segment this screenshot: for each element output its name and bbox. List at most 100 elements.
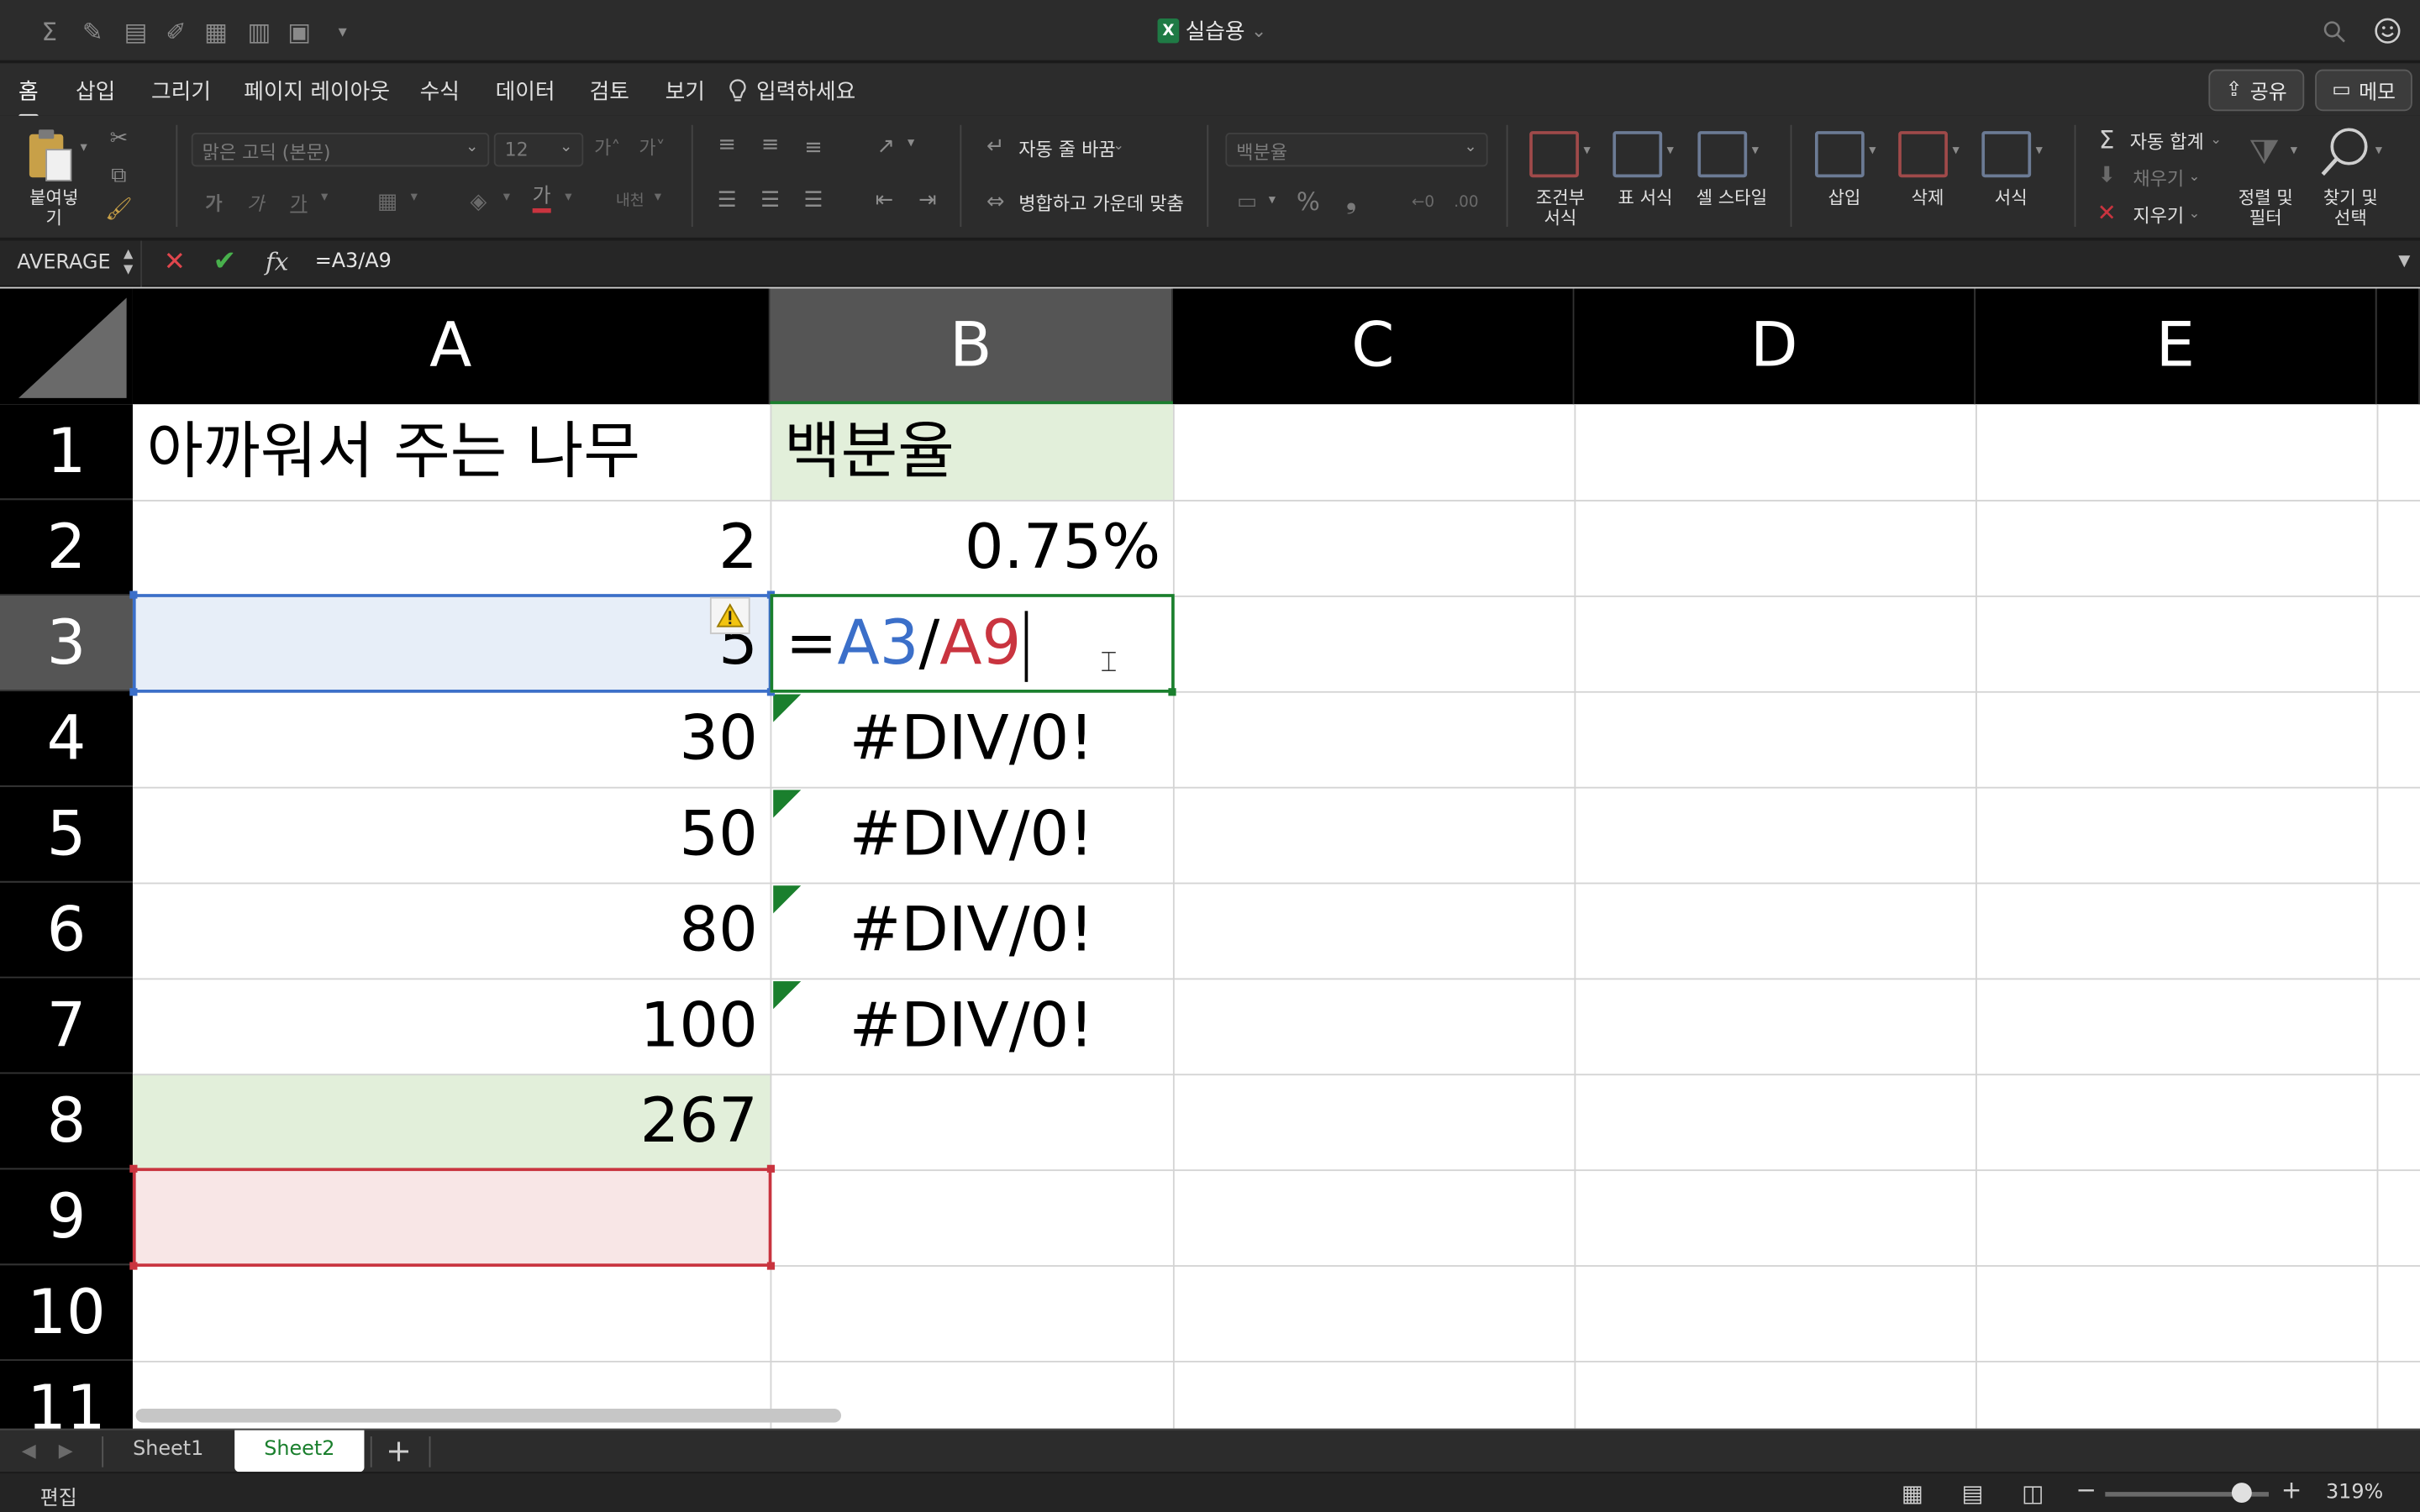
zoom-out-button[interactable]: − bbox=[2075, 1475, 2096, 1504]
name-box[interactable]: AVERAGE bbox=[0, 240, 142, 287]
search-icon[interactable] bbox=[2318, 15, 2349, 46]
fill-down-icon[interactable]: ⬇ bbox=[2094, 162, 2118, 190]
draw-quick-icon[interactable]: ✐ bbox=[160, 15, 192, 46]
row-header-4[interactable]: 4 bbox=[0, 690, 133, 787]
font-color-dropdown-icon[interactable]: ▾ bbox=[565, 190, 571, 205]
accounting-format-icon[interactable]: ▭ bbox=[1232, 186, 1263, 218]
row-header-2[interactable]: 2 bbox=[0, 500, 133, 596]
align-center-icon[interactable]: ☰ bbox=[756, 186, 784, 214]
autosum-dropdown-icon[interactable]: ⌄ bbox=[2210, 133, 2222, 148]
format-dropdown-icon[interactable]: ▾ bbox=[2036, 144, 2043, 159]
normal-view-icon[interactable]: ▦ bbox=[1902, 1479, 1923, 1507]
border-icon[interactable]: ▦ bbox=[373, 188, 401, 216]
screen-quick-icon[interactable]: ▣ bbox=[284, 15, 315, 46]
zoom-in-button[interactable]: + bbox=[2281, 1475, 2302, 1504]
error-indicator-b7[interactable] bbox=[773, 981, 802, 1010]
worksheet-grid[interactable]: A B C D E 1 2 3 4 5 6 7 8 9 10 11 아까워서 주… bbox=[0, 288, 2420, 1429]
format-painter-quick-icon[interactable]: ✎ bbox=[77, 15, 108, 46]
customize-quick-icon[interactable]: ▾ bbox=[327, 15, 358, 46]
cancel-formula-icon[interactable]: ✕ bbox=[164, 247, 186, 278]
clear-dropdown-icon[interactable]: ⌄ bbox=[2188, 207, 2200, 222]
underline-button[interactable]: 가 bbox=[290, 190, 307, 216]
reference-handle[interactable] bbox=[766, 1262, 776, 1270]
wrap-text-icon[interactable]: ↵ bbox=[981, 133, 1009, 160]
paste-dropdown-icon[interactable]: ▾ bbox=[81, 140, 87, 155]
cell-style-dropdown-icon[interactable]: ▾ bbox=[1752, 144, 1759, 159]
reference-handle[interactable] bbox=[766, 1164, 776, 1173]
fill-dropdown-icon[interactable]: ⌄ bbox=[2188, 170, 2200, 185]
font-color-button[interactable]: 가 bbox=[532, 186, 551, 213]
reference-handle[interactable] bbox=[129, 1262, 138, 1270]
memo-button[interactable]: ▭ 메모 bbox=[2315, 69, 2413, 112]
reference-handle[interactable] bbox=[129, 688, 138, 696]
align-bottom-icon[interactable]: ≡ bbox=[799, 134, 827, 162]
row-header-8[interactable]: 8 bbox=[0, 1074, 133, 1170]
cell-a7[interactable]: 100 bbox=[133, 978, 771, 1074]
orientation-dropdown-icon[interactable]: ▾ bbox=[908, 136, 914, 151]
horizontal-scrollbar[interactable] bbox=[135, 1408, 842, 1423]
row-header-3[interactable]: 3 bbox=[0, 595, 133, 691]
cell-b4[interactable]: #DIV/0! bbox=[771, 691, 1173, 787]
clear-icon[interactable]: ✕ bbox=[2094, 199, 2118, 227]
comma-style-button[interactable]: ❟ bbox=[1346, 184, 1357, 217]
delete-dropdown-icon[interactable]: ▾ bbox=[1952, 144, 1959, 159]
font-size-select[interactable]: 12 ⌄ bbox=[493, 132, 584, 167]
fill-dropdown-icon[interactable]: ▾ bbox=[503, 190, 510, 205]
smiley-feedback-icon[interactable] bbox=[2372, 15, 2403, 46]
scroll-right-icon[interactable]: ▶ bbox=[59, 1440, 73, 1462]
cell-a1[interactable]: 아까워서 주는 나무 bbox=[133, 404, 771, 500]
delete-cells-icon[interactable] bbox=[1898, 131, 1948, 178]
name-box-stepper-icon[interactable]: ▲ ▼ bbox=[124, 247, 133, 278]
align-top-icon[interactable]: ≡ bbox=[713, 131, 741, 159]
paste-button[interactable] bbox=[24, 128, 74, 181]
accounting-dropdown-icon[interactable]: ▾ bbox=[1269, 193, 1276, 208]
select-all-corner[interactable] bbox=[0, 288, 133, 405]
align-right-icon[interactable]: ☰ bbox=[799, 186, 827, 214]
error-indicator-b4[interactable] bbox=[773, 694, 802, 722]
format-painter-icon[interactable]: 🖌 bbox=[105, 196, 133, 223]
sheet-tab-sheet1[interactable]: Sheet1 bbox=[108, 1431, 229, 1473]
warning-icon[interactable] bbox=[709, 596, 750, 634]
page-layout-view-icon[interactable]: ▤ bbox=[1961, 1479, 1983, 1507]
row-header-5[interactable]: 5 bbox=[0, 786, 133, 883]
column-header-e[interactable]: E bbox=[1975, 288, 2377, 405]
insert-cells-icon[interactable] bbox=[1815, 131, 1865, 178]
fill-handle[interactable] bbox=[1168, 688, 1176, 696]
fill-label[interactable]: 채우기 bbox=[2133, 165, 2184, 192]
scroll-left-icon[interactable]: ◀ bbox=[22, 1440, 36, 1462]
conditional-format-icon[interactable] bbox=[1529, 131, 1579, 178]
cell-style-icon[interactable] bbox=[1697, 131, 1748, 178]
tab-draw[interactable]: 그리기 bbox=[151, 76, 211, 107]
column-header-c[interactable]: C bbox=[1172, 288, 1575, 405]
formula-input[interactable]: =A3/A9 bbox=[315, 250, 392, 274]
copy-icon[interactable]: ⧉ bbox=[105, 162, 133, 190]
cell-a8[interactable]: 267 bbox=[133, 1074, 771, 1169]
decrease-decimal-icon[interactable]: .00 bbox=[1451, 186, 1482, 218]
decrease-indent-icon[interactable]: ⇤ bbox=[871, 186, 898, 214]
orientation-icon[interactable]: ↗ bbox=[871, 131, 902, 162]
clear-label[interactable]: 지우기 bbox=[2133, 202, 2184, 228]
fill-color-icon[interactable]: ◈ bbox=[463, 186, 494, 218]
cell-b2[interactable]: 0.75% bbox=[771, 500, 1173, 596]
phonetic-dropdown-icon[interactable]: ▾ bbox=[655, 190, 661, 205]
error-indicator-b6[interactable] bbox=[773, 885, 802, 914]
share-button[interactable]: ⇪ 공유 bbox=[2208, 69, 2304, 112]
cell-a2[interactable]: 2 bbox=[133, 500, 771, 596]
error-indicator-b5[interactable] bbox=[773, 790, 802, 818]
wrap-text-label[interactable]: 자동 줄 바꿈 bbox=[1018, 136, 1115, 162]
increase-decimal-icon[interactable]: ←0 bbox=[1407, 186, 1439, 218]
percent-style-button[interactable]: % bbox=[1297, 186, 1320, 216]
row-header-11[interactable]: 11 bbox=[0, 1361, 133, 1429]
cell-a5[interactable]: 50 bbox=[133, 787, 771, 883]
cut-icon[interactable]: ✂ bbox=[105, 125, 133, 153]
sort-filter-dropdown-icon[interactable]: ▾ bbox=[2291, 144, 2297, 159]
underline-dropdown-icon[interactable]: ▾ bbox=[321, 190, 328, 205]
cell-b5[interactable]: #DIV/0! bbox=[771, 787, 1173, 883]
table-format-dropdown-icon[interactable]: ▾ bbox=[1667, 144, 1674, 159]
conditional-format-dropdown-icon[interactable]: ▾ bbox=[1583, 144, 1590, 159]
insert-dropdown-icon[interactable]: ▾ bbox=[1869, 144, 1876, 159]
cell-a4[interactable]: 30 bbox=[133, 691, 771, 787]
zoom-level[interactable]: 319% bbox=[2326, 1481, 2383, 1504]
column-header-d[interactable]: D bbox=[1574, 288, 1976, 405]
row-header-10[interactable]: 10 bbox=[0, 1265, 133, 1362]
